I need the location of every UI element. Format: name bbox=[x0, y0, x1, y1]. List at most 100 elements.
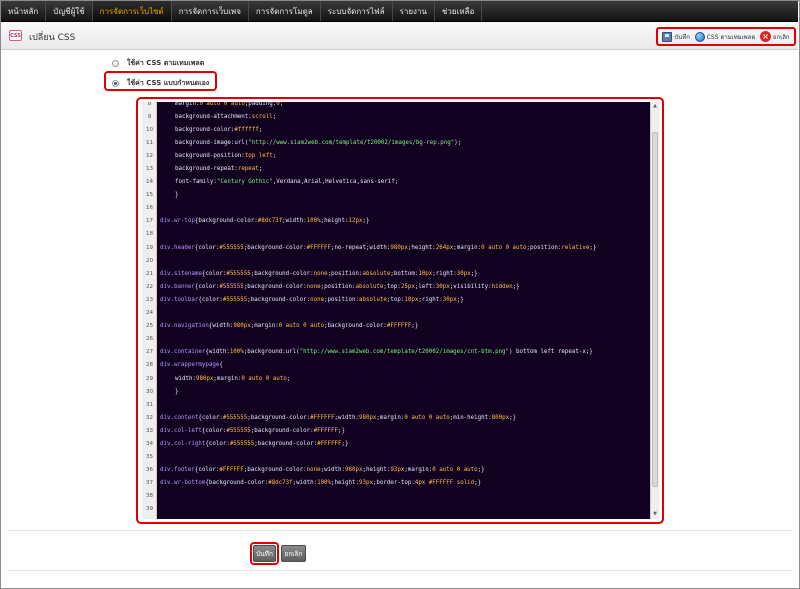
code-line: 10 background-color:#ffffff; bbox=[146, 123, 649, 136]
code-text: div.header{color:#555555;background-colo… bbox=[160, 244, 597, 251]
code-line: 15} bbox=[146, 189, 649, 202]
code-text: div.toolbar{color:#555555;background-col… bbox=[160, 296, 464, 303]
line-number: 25 bbox=[145, 323, 154, 330]
css-file-icon: CSS bbox=[9, 30, 22, 41]
line-number: 9 bbox=[147, 113, 152, 120]
code-line: 36 div.footer{color:#FFFFFF;background-co… bbox=[146, 464, 649, 477]
code-line: 32 div.content{color:#555555;background-c… bbox=[146, 411, 649, 424]
code-line: 19 div.header{color:#555555;background-co… bbox=[146, 241, 649, 254]
line-number: 33 bbox=[145, 427, 154, 434]
code-text: width:980px;margin:0 auto 0 auto; bbox=[175, 375, 291, 382]
line-number: 28 bbox=[145, 362, 154, 369]
page-title: เปลี่ยน CSS bbox=[29, 33, 76, 43]
code-text: div.footer{color:#FFFFFF;background-colo… bbox=[160, 467, 485, 474]
toolbar-cancel-button[interactable]: × ยกเลิก bbox=[760, 31, 790, 42]
code-area[interactable]: 8 margin:0 auto 0 auto;padding:0; 9 backgro… bbox=[146, 102, 649, 519]
code-line: 24 bbox=[146, 307, 649, 320]
code-line: 29 width:980px;margin:0 auto 0 auto; bbox=[146, 372, 649, 385]
line-number: 8 bbox=[147, 102, 152, 107]
nav-item[interactable]: หน้าหลัก bbox=[1, 1, 47, 21]
line-number: 32 bbox=[145, 414, 154, 421]
divider bbox=[8, 530, 792, 531]
line-number: 27 bbox=[145, 349, 154, 356]
css-code-editor[interactable]: 8 margin:0 auto 0 auto;padding:0; 9 backgro… bbox=[142, 102, 659, 519]
radio-custom-css[interactable] bbox=[112, 80, 119, 87]
code-line: 9 background-attachment:scroll; bbox=[148, 110, 649, 123]
option-custom-css[interactable]: ใช้ค่า CSS แบบกำหนดเอง bbox=[112, 78, 209, 89]
code-text: background-color:#ffffff; bbox=[175, 126, 263, 133]
cancel-button[interactable]: ยกเลิก bbox=[281, 545, 306, 562]
code-text: background-repeat:repeat; bbox=[175, 166, 263, 173]
code-text: margin:0 auto 0 auto;padding:0; bbox=[175, 102, 284, 107]
nav-item[interactable]: การจัดการเว็บเพจ bbox=[172, 1, 249, 21]
line-number: 30 bbox=[145, 388, 154, 395]
nav-item[interactable]: รายงาน bbox=[393, 1, 435, 21]
code-text: div.col-right{color:#555555;background-c… bbox=[160, 440, 349, 447]
code-line: 17 div.wr-top{background-color:#8dc73f;wi… bbox=[146, 215, 649, 228]
scroll-up-arrow-icon[interactable]: ▲ bbox=[652, 103, 658, 110]
code-text: font-family:"Century Gothic",Verdana,Ari… bbox=[175, 179, 399, 186]
line-number: 15 bbox=[145, 192, 154, 199]
code-line: 13 background-repeat:repeat; bbox=[146, 162, 649, 175]
code-text: div.navigation{width:980px;margin:0 auto… bbox=[160, 323, 419, 330]
code-line: 22 div.banner{color:#555555;background-co… bbox=[146, 280, 649, 293]
code-line: 21 div.sitename{color:#555555;background-… bbox=[146, 267, 649, 280]
line-number: 13 bbox=[145, 166, 154, 173]
line-number: 11 bbox=[145, 139, 154, 146]
code-line: 11 background-image:url("http://www.siam2… bbox=[146, 136, 649, 149]
nav-item[interactable]: ช่วยเหลือ bbox=[435, 1, 483, 21]
line-number: 12 bbox=[145, 152, 154, 159]
line-number: 34 bbox=[145, 440, 154, 447]
code-text: background-attachment:scroll; bbox=[175, 113, 277, 120]
scroll-down-arrow-icon[interactable]: ▼ bbox=[652, 511, 658, 518]
code-text: div.content{color:#555555;background-col… bbox=[160, 414, 517, 421]
line-number: 18 bbox=[145, 231, 154, 238]
toolbar-template-css-button[interactable]: CSS ตามเทมเพลต bbox=[694, 31, 756, 42]
code-text: div.col-left{color:#555555;background-co… bbox=[160, 427, 346, 434]
code-text: div.wrappermypage{ bbox=[160, 362, 223, 369]
nav-item[interactable]: การจัดการเว็บไซต์ bbox=[92, 1, 172, 21]
code-line: 23 div.toolbar{color:#555555;background-c… bbox=[146, 293, 649, 306]
code-line: 8 margin:0 auto 0 auto;padding:0; bbox=[148, 102, 649, 110]
line-number: 29 bbox=[145, 375, 154, 382]
toolbar-cancel-label: ยกเลิก bbox=[773, 33, 790, 41]
code-line: 34 div.col-right{color:#555555;background… bbox=[146, 437, 649, 450]
cancel-x-icon: × bbox=[760, 31, 772, 42]
code-line: 39 bbox=[146, 503, 649, 516]
line-number: 19 bbox=[145, 244, 154, 251]
line-number: 39 bbox=[145, 506, 154, 513]
line-number: 31 bbox=[145, 401, 154, 408]
nav-item[interactable]: บัญชีผู้ใช้ bbox=[46, 1, 93, 21]
code-line: 14 font-family:"Century Gothic",Verdana,A… bbox=[146, 176, 649, 189]
line-number: 20 bbox=[145, 257, 154, 264]
line-number: 22 bbox=[145, 283, 154, 290]
toolbar-save-button[interactable]: บันทึก bbox=[662, 31, 690, 42]
code-line: 31 bbox=[146, 398, 649, 411]
option-template-css[interactable]: ใช้ค่า CSS ตามเทมเพลต bbox=[112, 58, 204, 69]
radio-template-css[interactable] bbox=[112, 60, 119, 67]
code-line: 37 div.wr-bottom{background-color:#8dc73f… bbox=[146, 477, 649, 490]
code-line: 20 bbox=[146, 254, 649, 267]
header-toolbar: บันทึก CSS ตามเทมเพลต × ยกเลิก bbox=[656, 27, 796, 46]
globe-icon bbox=[694, 31, 705, 42]
option-template-css-label: ใช้ค่า CSS ตามเทมเพลต bbox=[127, 59, 205, 67]
code-text: background-image:url("http://www.siam2we… bbox=[175, 139, 462, 146]
code-line: 18 bbox=[146, 228, 649, 241]
code-line: 38 bbox=[146, 490, 649, 503]
divider bbox=[8, 570, 792, 571]
toolbar-template-css-label: CSS ตามเทมเพลต bbox=[706, 33, 756, 41]
line-number: 16 bbox=[145, 205, 154, 212]
code-text: div.sitename{color:#555555;background-co… bbox=[160, 270, 478, 277]
code-line: 26 bbox=[146, 333, 649, 346]
line-number: 17 bbox=[145, 218, 154, 225]
line-number: 37 bbox=[145, 480, 154, 487]
line-number: 24 bbox=[145, 310, 154, 317]
toolbar-save-label: บันทึก bbox=[674, 33, 690, 41]
code-line: 28 div.wrappermypage{ bbox=[146, 359, 649, 372]
editor-scrollbar[interactable]: ▲ ▼ bbox=[650, 102, 659, 519]
nav-item[interactable]: ระบบจัดการไฟล์ bbox=[321, 1, 393, 21]
option-custom-css-label: ใช้ค่า CSS แบบกำหนดเอง bbox=[127, 79, 210, 87]
scrollbar-thumb[interactable] bbox=[652, 132, 658, 487]
nav-item[interactable]: การจัดการโมดูล bbox=[249, 1, 321, 21]
save-button[interactable]: บันทึก bbox=[253, 545, 276, 562]
